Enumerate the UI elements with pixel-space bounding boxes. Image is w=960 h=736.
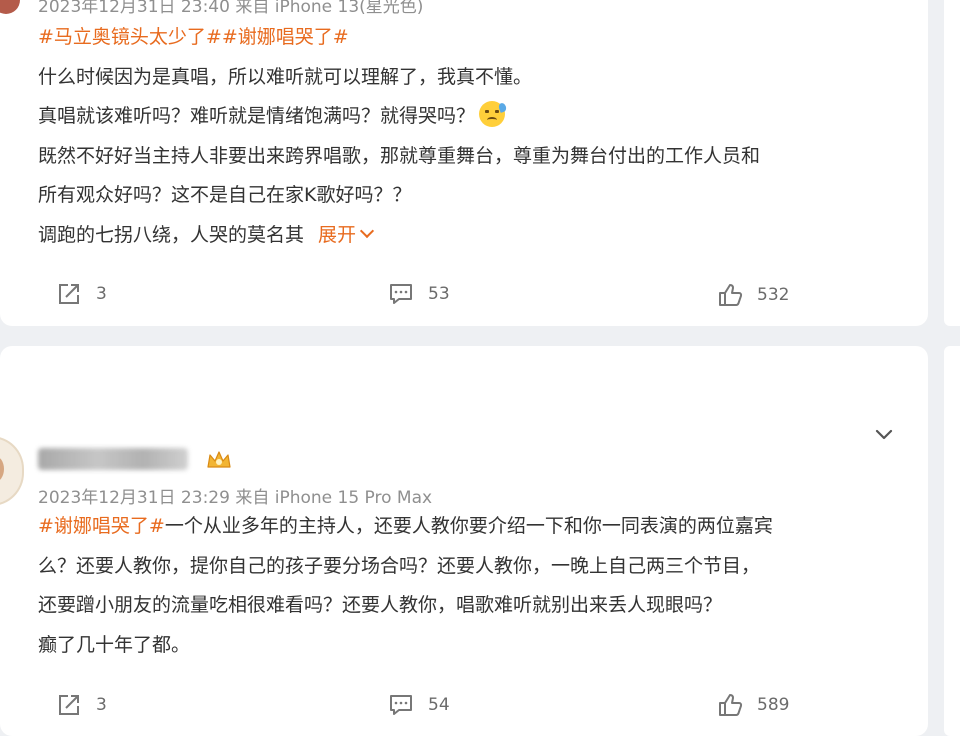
comment-count: 54 — [428, 695, 450, 715]
like-count: 532 — [757, 285, 790, 305]
thumbs-up-icon — [719, 694, 743, 716]
comment-count: 53 — [428, 284, 450, 304]
share-icon — [59, 695, 79, 715]
hashtag-link[interactable]: #马立奥镜头太少了##谢娜唱哭了# — [38, 26, 349, 48]
cold-sweat-emoji — [479, 101, 508, 127]
adjacent-card-edge — [944, 346, 960, 736]
share-button[interactable]: 3 — [56, 281, 107, 307]
post-line: 真唱就该难听吗？难听就是情绪饱满吗？就得哭吗？ — [38, 105, 476, 127]
post-line: 么？还要人教你，提你自己的孩子要分场合吗？还要人教你，一晚上自己两三个节目， — [38, 554, 761, 577]
post-line: 还要蹭小朋友的流量吃相很难看吗？还要人教你，唱歌难听就别出来丢人现眼吗？ — [38, 594, 723, 616]
chevron-down-icon — [359, 223, 375, 238]
hashtag-link[interactable]: #谢娜唱哭了# — [38, 515, 165, 537]
like-button[interactable]: 532 — [717, 282, 789, 308]
post-meta: 2023年12月31日 23:29 来自 iPhone 15 Pro Max — [38, 488, 433, 508]
post-line: 所有观众好吗？这不是自己在家K歌好吗？？ — [38, 184, 412, 206]
post-line: 调跑的七拐八绕，人哭的莫名其 — [38, 223, 305, 246]
share-count: 3 — [96, 284, 107, 304]
comment-button[interactable]: 54 — [388, 692, 450, 718]
post-body: #马立奥镜头太少了##谢娜唱哭了# 什么时候因为是真唱，所以难听就可以理解了，我… — [38, 18, 908, 255]
crown-badge-icon — [207, 451, 231, 468]
post-line: 癫了几十年了都。 — [38, 633, 191, 656]
chevron-down-icon[interactable] — [873, 425, 895, 445]
post-meta: 2023年12月31日 23:40 来自 iPhone 13(星光色) — [38, 0, 424, 17]
comment-icon — [390, 284, 412, 304]
share-count: 3 — [96, 695, 107, 715]
like-count: 589 — [757, 695, 790, 715]
expand-button[interactable]: 展开 — [318, 223, 375, 246]
share-button[interactable]: 3 — [56, 692, 107, 718]
post-body: #谢娜唱哭了#一个从业多年的主持人，还要人教你要介绍一下和你一同表演的两位嘉宾 … — [38, 507, 908, 665]
username-blurred[interactable] — [38, 448, 188, 470]
thumbs-up-icon — [719, 284, 743, 306]
post-line: 一个从业多年的主持人，还要人教你要介绍一下和你一同表演的两位嘉宾 — [164, 515, 773, 537]
comment-button[interactable]: 53 — [388, 281, 450, 307]
comment-icon — [390, 695, 412, 715]
like-button[interactable]: 589 — [717, 692, 789, 718]
post-line: 既然不好好当主持人非要出来跨界唱歌，那就尊重舞台，尊重为舞台付出的工作人员和 — [38, 144, 761, 167]
share-icon — [59, 284, 79, 304]
adjacent-card-edge — [944, 0, 960, 326]
post-line: 什么时候因为是真唱，所以难听就可以理解了，我真不懂。 — [38, 65, 533, 88]
